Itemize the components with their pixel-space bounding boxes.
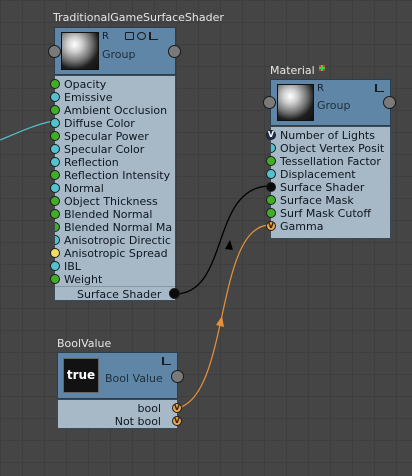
boolvalue-output-bool[interactable]: bool bbox=[138, 402, 162, 415]
port-dot[interactable] bbox=[266, 182, 276, 192]
material-node-body: V Number of Lights Object Vertex Posit Te… bbox=[266, 126, 391, 239]
wire-surface-shader bbox=[174, 185, 271, 295]
port-dot[interactable] bbox=[50, 183, 60, 193]
port-dot[interactable] bbox=[50, 144, 60, 154]
material-preview-thumbnail bbox=[277, 84, 314, 121]
input-label: Displacement bbox=[280, 168, 356, 181]
material-node-header[interactable]: R Group bbox=[270, 79, 391, 126]
port-dot[interactable] bbox=[50, 157, 60, 167]
input-label: Anisotropic Directic bbox=[64, 234, 171, 247]
gizmo-icon bbox=[319, 65, 325, 71]
divider bbox=[55, 286, 175, 287]
input-label: Blended Normal bbox=[64, 208, 153, 221]
port-dot[interactable] bbox=[50, 118, 60, 128]
bool-thumbnail: true bbox=[63, 358, 99, 393]
value-tag-icon: V bbox=[173, 403, 181, 412]
shader-node-body: Opacity Emissive Ambient Occlusion Diffu… bbox=[50, 75, 176, 301]
boolvalue-header-label: Bool Value bbox=[105, 372, 163, 385]
input-label: Opacity bbox=[64, 78, 107, 91]
input-label: Tessellation Factor bbox=[280, 155, 381, 168]
wire-bool-gamma bbox=[177, 224, 271, 409]
input-label: Specular Color bbox=[64, 143, 145, 156]
port-dot[interactable] bbox=[266, 195, 276, 205]
shader-output-surface-shader[interactable]: Surface Shader bbox=[77, 288, 161, 301]
input-label: Ambient Occlusion bbox=[64, 104, 168, 117]
material-node-title: Material bbox=[270, 64, 315, 77]
input-label: Blended Normal Ma bbox=[64, 221, 173, 234]
shader-node-header[interactable]: R Group bbox=[54, 27, 176, 75]
shader-node-title: TraditionalGameSurfaceShader bbox=[53, 11, 224, 24]
wire-arrow-icon bbox=[216, 316, 224, 327]
input-label: Anisotropic Spread bbox=[64, 247, 168, 260]
shader-header-label: Group bbox=[102, 48, 136, 61]
material-input-object-vertex-position[interactable]: Object Vertex Posit bbox=[271, 142, 391, 155]
input-label: Surf Mask Cutoff bbox=[280, 207, 371, 220]
input-label: Specular Power bbox=[64, 130, 149, 143]
port-dot[interactable] bbox=[271, 143, 276, 153]
shader-header-letter: R bbox=[102, 31, 109, 42]
input-label: Number of Lights bbox=[280, 129, 375, 142]
boolvalue-node-header[interactable]: true Bool Value bbox=[57, 352, 178, 399]
input-label: Reflection Intensity bbox=[64, 169, 171, 182]
port-dot[interactable] bbox=[50, 261, 60, 271]
port-dot[interactable] bbox=[50, 209, 60, 219]
boolvalue-node-body: bool Not bool bbox=[57, 399, 178, 429]
port-dot[interactable] bbox=[50, 105, 60, 115]
port-dot[interactable] bbox=[50, 131, 60, 141]
value-tag-icon: V bbox=[267, 221, 275, 230]
port-dot[interactable] bbox=[50, 274, 60, 284]
input-label: IBL bbox=[64, 260, 81, 273]
material-input-port[interactable] bbox=[263, 96, 276, 109]
shader-input-anisotropic-direction[interactable]: Anisotropic Directic bbox=[55, 234, 176, 247]
input-label: Surface Mask bbox=[280, 194, 354, 207]
target-icon[interactable] bbox=[137, 32, 146, 40]
material-header-letter: R bbox=[317, 83, 324, 94]
input-label: Weight bbox=[64, 273, 103, 286]
boolvalue-node-title: BoolValue bbox=[57, 337, 112, 350]
port-dot[interactable] bbox=[55, 235, 60, 245]
port-dot[interactable] bbox=[55, 222, 60, 232]
input-label: Normal bbox=[64, 182, 104, 195]
boolvalue-output-port[interactable] bbox=[171, 370, 184, 383]
wire-arrow-icon bbox=[225, 240, 233, 250]
lock-icon[interactable] bbox=[125, 32, 134, 40]
input-label: Diffuse Color bbox=[64, 117, 135, 130]
port-dot[interactable] bbox=[266, 208, 276, 218]
shader-preview-thumbnail bbox=[61, 32, 99, 70]
material-header-label: Group bbox=[317, 99, 351, 112]
input-label: Surface Shader bbox=[280, 181, 365, 194]
input-label: Gamma bbox=[280, 220, 324, 233]
shader-input-port[interactable] bbox=[48, 45, 61, 58]
port-dot[interactable] bbox=[50, 92, 60, 102]
port-dot[interactable] bbox=[266, 156, 276, 166]
shader-input-blended-normal-mask[interactable]: Blended Normal Ma bbox=[55, 221, 176, 234]
shader-output-port[interactable] bbox=[168, 45, 181, 58]
port-dot[interactable] bbox=[50, 170, 60, 180]
value-tag-icon: V bbox=[173, 416, 181, 425]
port-dot[interactable] bbox=[50, 248, 60, 258]
port-dot[interactable] bbox=[50, 79, 60, 89]
value-tag-icon: V bbox=[267, 130, 275, 139]
input-label: Object Thickness bbox=[64, 195, 158, 208]
boolvalue-output-not-bool[interactable]: Not bool bbox=[115, 415, 161, 428]
shader-output-surface-shader-port[interactable] bbox=[169, 288, 180, 299]
pin-icon[interactable] bbox=[149, 32, 158, 40]
material-output-port[interactable] bbox=[383, 96, 396, 109]
pin-icon[interactable] bbox=[375, 84, 384, 92]
input-label: Reflection bbox=[64, 156, 119, 169]
input-label: Object Vertex Posit bbox=[280, 142, 385, 155]
input-label: Emissive bbox=[64, 91, 113, 104]
port-dot[interactable] bbox=[266, 169, 276, 179]
port-dot[interactable] bbox=[50, 196, 60, 206]
pin-icon[interactable] bbox=[162, 357, 171, 365]
wire-cyan-incoming bbox=[0, 120, 55, 141]
